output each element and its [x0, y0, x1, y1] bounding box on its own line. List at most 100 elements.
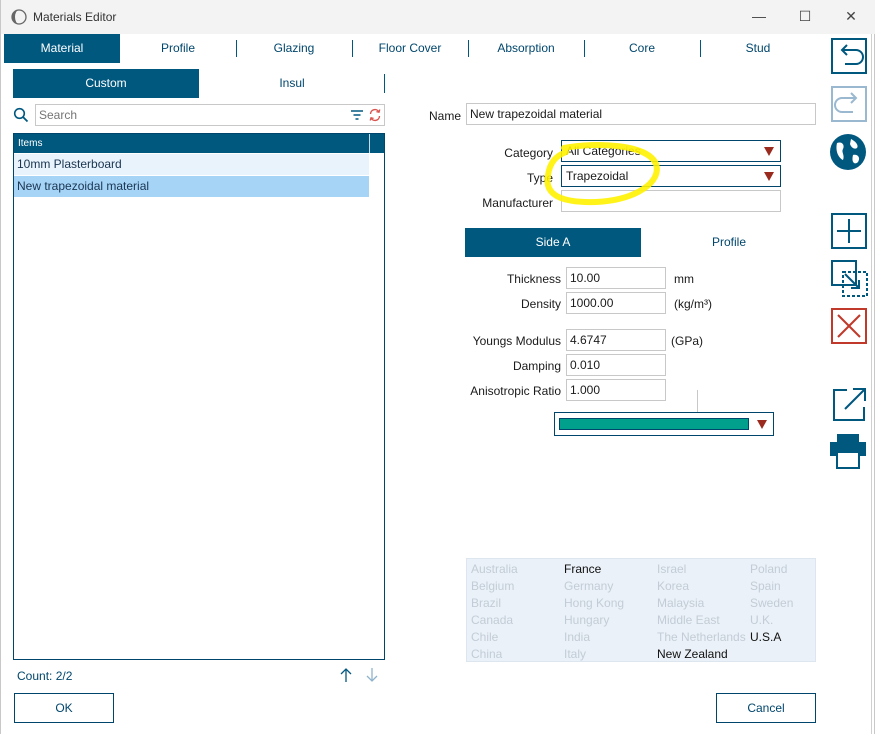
move-up-icon[interactable] [339, 667, 353, 683]
anisotropic-ratio-input[interactable]: 1.000 [566, 379, 666, 401]
tab-material[interactable]: Material [4, 34, 120, 63]
app-logo-icon [11, 9, 27, 25]
youngs-modulus-input[interactable]: 4.6747 [566, 329, 666, 351]
window-title: Materials Editor [33, 10, 117, 24]
refresh-icon[interactable] [368, 108, 382, 122]
items-list[interactable]: Items 10mm Plasterboard New trapezoidal … [13, 133, 385, 660]
move-down-icon[interactable] [365, 667, 379, 683]
ok-button[interactable]: OK [14, 693, 114, 723]
thickness-unit: mm [674, 272, 694, 286]
search-input[interactable] [36, 105, 336, 125]
search-icon [13, 107, 29, 123]
tab-floor-cover[interactable]: Floor Cover [352, 34, 468, 63]
country-option[interactable]: U.K. [750, 613, 773, 627]
country-option[interactable]: Poland [750, 562, 787, 576]
redo-icon [831, 86, 867, 122]
country-option[interactable]: Hungary [564, 613, 609, 627]
delete-icon [831, 308, 867, 344]
undo-button[interactable] [831, 38, 869, 76]
search-field[interactable] [35, 104, 385, 126]
country-option[interactable]: Australia [471, 562, 518, 576]
tab-profile[interactable]: Profile [120, 34, 236, 63]
item-count: Count: 2/2 [17, 669, 73, 683]
globe-icon [830, 134, 866, 170]
list-item[interactable]: 10mm Plasterboard [14, 154, 369, 175]
anisotropic-ratio-label: Anisotropic Ratio [470, 384, 561, 398]
print-icon [830, 434, 866, 469]
filter-icon[interactable] [350, 108, 364, 122]
category-value: All Categories [566, 144, 641, 158]
tab-side-profile[interactable]: Profile [641, 228, 817, 257]
undo-icon [831, 38, 867, 74]
damping-label: Damping [512, 359, 561, 373]
subtab-insul[interactable]: Insul [199, 69, 385, 98]
country-option[interactable]: Korea [657, 579, 689, 593]
country-option[interactable]: China [471, 647, 502, 661]
chevron-down-icon [764, 172, 774, 181]
export-button[interactable] [831, 385, 869, 423]
type-value: Trapezoidal [566, 169, 629, 183]
country-option[interactable]: Canada [471, 613, 513, 627]
country-option[interactable]: New Zealand [657, 647, 728, 661]
country-option[interactable]: Belgium [471, 579, 514, 593]
globe-button[interactable] [829, 133, 867, 171]
name-label: Name [428, 109, 461, 123]
manufacturer-label: Manufacturer [482, 196, 553, 210]
maximize-button[interactable]: ☐ [795, 6, 815, 26]
thickness-label: Thickness [506, 272, 561, 286]
tab-core[interactable]: Core [584, 34, 700, 63]
color-dropdown[interactable] [554, 412, 774, 436]
country-option[interactable]: Brazil [471, 596, 501, 610]
country-option[interactable]: Spain [750, 579, 781, 593]
delete-button[interactable] [831, 308, 869, 346]
country-option[interactable]: Italy [564, 647, 586, 661]
density-label: Density [520, 297, 561, 311]
youngs-modulus-unit: (GPa) [671, 334, 704, 348]
subtab-custom[interactable]: Custom [13, 69, 199, 98]
duplicate-icon [831, 260, 868, 297]
color-swatch [559, 418, 749, 430]
minimize-button[interactable]: — [749, 6, 769, 26]
cancel-button[interactable]: Cancel [716, 693, 816, 723]
country-option[interactable]: Middle East [657, 613, 720, 627]
add-button[interactable] [831, 213, 869, 251]
category-label: Category [504, 146, 553, 160]
title-bar: Materials Editor — ☐ ✕ [1, 0, 875, 34]
country-option[interactable]: Chile [471, 630, 498, 644]
thickness-input[interactable]: 10.00 [566, 267, 666, 289]
country-option[interactable]: Sweden [750, 596, 793, 610]
close-button[interactable]: ✕ [841, 6, 861, 26]
divider [697, 390, 698, 412]
country-option[interactable]: France [564, 562, 601, 576]
youngs-modulus-label: Youngs Modulus [472, 334, 561, 348]
manufacturer-input[interactable] [561, 190, 781, 212]
category-dropdown[interactable]: All Categories [561, 140, 781, 162]
list-item-selected[interactable]: New trapezoidal material [14, 176, 369, 197]
country-option[interactable]: Israel [657, 562, 686, 576]
country-option[interactable]: India [564, 630, 590, 644]
redo-button[interactable] [831, 86, 869, 124]
damping-input[interactable]: 0.010 [566, 354, 666, 376]
list-header-corner [369, 134, 384, 153]
tab-glazing[interactable]: Glazing [236, 34, 352, 63]
tab-side-a[interactable]: Side A [465, 228, 641, 257]
country-option[interactable]: Malaysia [657, 596, 704, 610]
materials-editor-window: Materials Editor — ☐ ✕ Material Profile … [0, 0, 875, 734]
export-icon [833, 388, 866, 421]
density-input[interactable]: 1000.00 [566, 292, 666, 314]
print-button[interactable] [829, 432, 867, 470]
list-header: Items [14, 134, 369, 153]
name-input[interactable]: New trapezoidal material [466, 103, 816, 125]
country-option[interactable]: U.S.A [750, 630, 781, 644]
country-option[interactable]: The Netherlands [657, 630, 746, 644]
subtab-separator [384, 74, 385, 93]
duplicate-button[interactable] [831, 260, 869, 298]
type-dropdown[interactable]: Trapezoidal [561, 165, 781, 187]
country-option[interactable]: Germany [564, 579, 613, 593]
main-tab-bar: Material Profile Glazing Floor Cover Abs… [4, 34, 817, 63]
country-option[interactable]: Hong Kong [564, 596, 624, 610]
tab-stud[interactable]: Stud [700, 34, 816, 63]
tab-absorption[interactable]: Absorption [468, 34, 584, 63]
chevron-down-icon [757, 420, 767, 429]
type-label: Type [526, 171, 553, 185]
